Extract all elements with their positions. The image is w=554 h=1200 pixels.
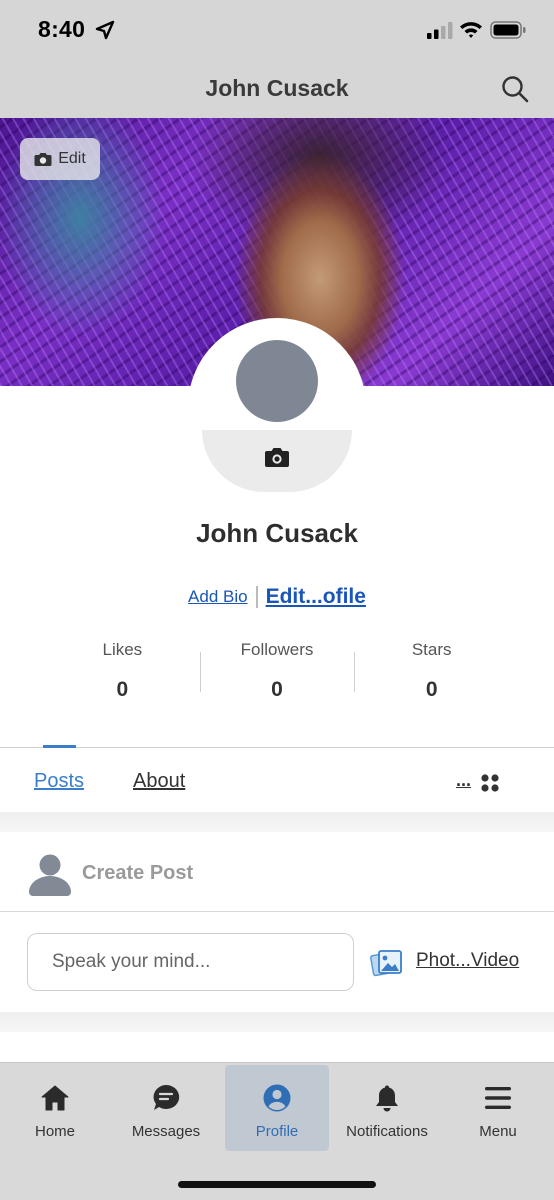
nav-notifications[interactable]: Notifications (335, 1065, 439, 1151)
bottom-navigation: Home Messages Profile Notifications Menu (0, 1062, 554, 1200)
status-time: 8:40 (38, 16, 86, 42)
location-arrow-icon (95, 20, 115, 40)
avatar-placeholder (236, 340, 318, 422)
create-post-label: Create Post (82, 862, 194, 884)
stat-label: Likes (102, 640, 143, 659)
camera-icon[interactable] (264, 446, 290, 468)
post-input[interactable] (27, 933, 354, 991)
home-indicator[interactable] (178, 1181, 376, 1188)
profile-icon (263, 1084, 291, 1112)
nav-menu[interactable]: Menu (446, 1065, 550, 1151)
stat-stars[interactable]: Stars 0 (354, 638, 509, 708)
message-icon (153, 1084, 180, 1110)
nav-label: Home (34, 1123, 75, 1140)
tab-about[interactable]: About (133, 770, 185, 793)
camera-icon (34, 153, 52, 166)
profile-stats: Likes 0 Followers 0 Stars 0 (45, 638, 509, 708)
page-title: John Cusack (205, 75, 349, 101)
nav-label: Notifications (346, 1123, 428, 1140)
search-icon[interactable] (500, 74, 530, 104)
active-tab-indicator (43, 745, 76, 748)
stat-value: 0 (425, 678, 438, 701)
nav-profile[interactable]: Profile (225, 1065, 329, 1151)
edit-profile-link[interactable]: Edit...ofile (266, 585, 366, 609)
edit-cover-label: Edit (58, 150, 86, 167)
bio-actions: Add Bio Edit...ofile (0, 585, 554, 609)
divider (0, 747, 554, 748)
section-separator (0, 1012, 554, 1032)
section-separator (0, 812, 554, 832)
bell-icon (376, 1085, 398, 1112)
cell-signal-icon (427, 22, 453, 39)
home-icon (41, 1085, 69, 1111)
stat-label: Followers (240, 640, 314, 659)
menu-icon (485, 1087, 511, 1109)
user-avatar-icon (29, 854, 71, 896)
nav-label: Profile (255, 1123, 299, 1140)
more-dots-icon[interactable] (480, 773, 500, 793)
stat-value: 0 (116, 678, 129, 701)
photo-video-icon[interactable] (370, 948, 404, 978)
nav-label: Messages (131, 1123, 201, 1140)
tab-posts[interactable]: Posts (34, 770, 84, 793)
profile-name: John Cusack (196, 518, 358, 548)
divider (255, 586, 258, 608)
edit-cover-button[interactable]: Edit (20, 138, 100, 180)
profile-page: 8:40 John Cusack Edit John Cusack Add Bi… (0, 0, 554, 1200)
battery-icon (490, 21, 526, 39)
stat-followers[interactable]: Followers 0 (199, 638, 355, 708)
stat-likes[interactable]: Likes 0 (45, 638, 200, 708)
create-post-header[interactable]: Create Post (0, 832, 554, 912)
status-bar: 8:40 (0, 0, 554, 62)
avatar[interactable] (188, 318, 366, 496)
more-tabs-link[interactable]: ... (456, 770, 471, 791)
nav-label: Menu (479, 1123, 517, 1140)
nav-home[interactable]: Home (3, 1065, 107, 1151)
stat-label: Stars (411, 640, 452, 659)
nav-messages[interactable]: Messages (114, 1065, 218, 1151)
stat-value: 0 (271, 678, 283, 701)
add-bio-link[interactable]: Add Bio (188, 587, 248, 607)
wifi-icon (460, 22, 482, 38)
photo-video-link[interactable]: Phot...Video (416, 950, 519, 972)
divider (0, 911, 554, 912)
app-header: John Cusack (0, 62, 554, 118)
